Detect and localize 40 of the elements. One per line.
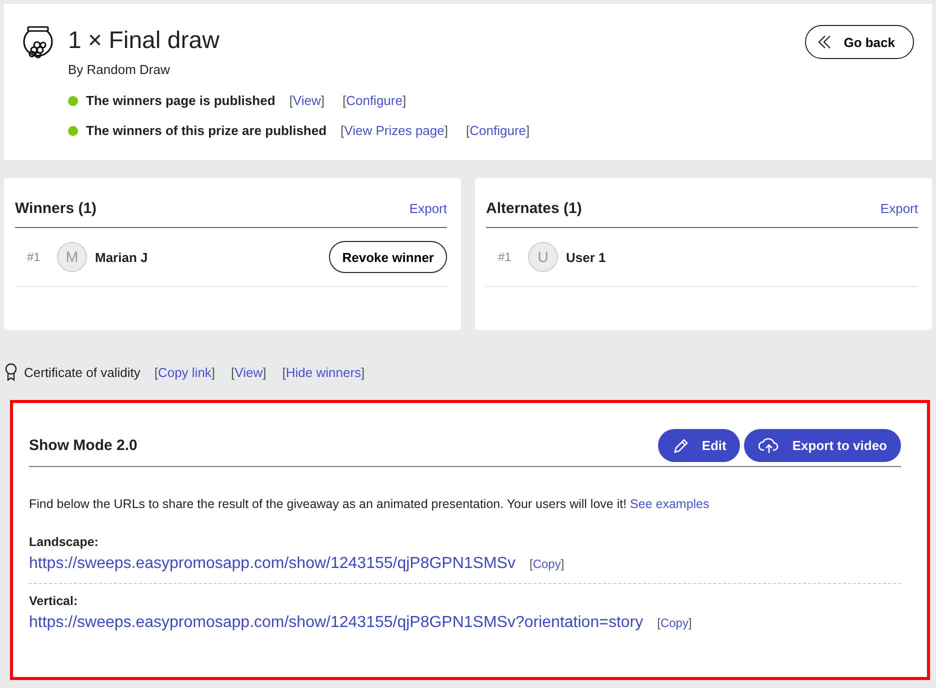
link[interactable]: [Copy] [657, 616, 692, 630]
card-title: Winners (1) [15, 200, 97, 217]
see-examples-link[interactable]: See examples [630, 497, 710, 511]
section-title: Show Mode 2.0 [29, 437, 138, 454]
pencil-icon [672, 436, 690, 454]
page-title: 1 × Final draw [68, 26, 220, 56]
avatar: M [57, 242, 87, 272]
link[interactable]: [Copy] [529, 557, 564, 571]
card-title: Alternates (1) [486, 200, 582, 217]
cloud-upload-icon [758, 436, 780, 454]
description: Find below the URLs to share the result of the giveaway as an animated presentation. Your users will love it! See examples [29, 497, 710, 511]
export-button[interactable]: Export to video [744, 429, 901, 462]
link[interactable]: [Configure] [466, 123, 530, 138]
status-text: The winners of this prize are published [86, 123, 327, 138]
award-icon [4, 363, 18, 381]
rank: #1 [27, 250, 42, 264]
url-label: Vertical: [29, 594, 79, 608]
avatar: U [528, 242, 558, 272]
status-text: The winners page is published [86, 93, 276, 108]
url-link[interactable]: https://sweeps.easypromosapp.com/show/1243155/qjP8GPN1SMSv [29, 555, 516, 572]
url-link[interactable]: https://sweeps.easypromosapp.com/show/1243155/qjP8GPN1SMSv?orientation=story [29, 614, 644, 631]
rank: #1 [498, 250, 512, 264]
link[interactable]: [View] [231, 364, 266, 380]
edit-button[interactable]: Edit [658, 429, 740, 462]
user-name: Marian J [95, 250, 149, 264]
user-name: User 1 [566, 250, 607, 264]
link[interactable]: [Hide winners] [282, 364, 365, 380]
link[interactable]: [Configure] [342, 93, 406, 108]
export-link[interactable]: Export [409, 201, 447, 216]
link[interactable]: [View] [289, 93, 324, 108]
double-chevron-icon [818, 35, 832, 49]
jar-icon [22, 26, 54, 60]
export-link[interactable]: Export [880, 201, 918, 216]
link[interactable]: [View Prizes page] [340, 123, 448, 138]
link[interactable]: [Copy link] [154, 364, 216, 380]
certificate-label: Certificate of validity [24, 364, 140, 380]
subtitle: By Random Draw [68, 62, 171, 77]
url-label: Landscape: [29, 535, 100, 549]
revoke-button[interactable]: Revoke winner [329, 241, 447, 273]
go-back-button[interactable]: Go back [804, 25, 914, 59]
